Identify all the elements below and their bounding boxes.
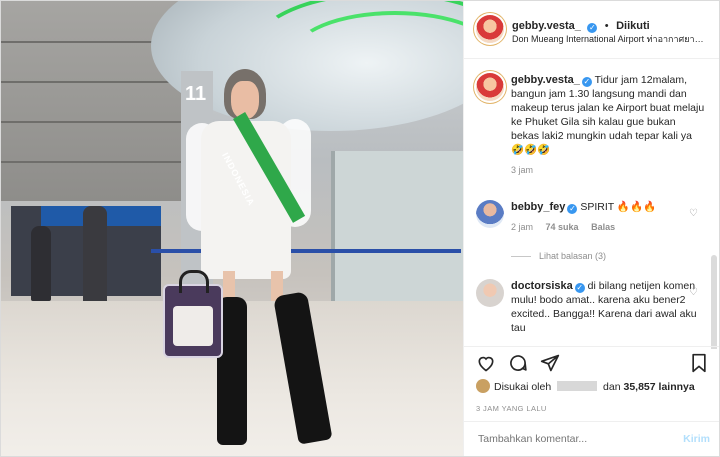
caption-age[interactable]: 3 jam bbox=[511, 165, 533, 175]
heart-icon[interactable] bbox=[476, 353, 496, 378]
caption-text: Tidur jam 12malam, bangun jam 1.30 langs… bbox=[511, 74, 705, 156]
verified-badge-icon: ✓ bbox=[567, 204, 578, 214]
divider bbox=[511, 256, 531, 258]
photo-glass-wall bbox=[331, 151, 463, 301]
paper-plane-icon[interactable] bbox=[540, 353, 560, 378]
follow-status-button[interactable]: Diikuti bbox=[616, 20, 650, 32]
bookmark-icon[interactable] bbox=[690, 353, 708, 378]
comment-icon[interactable] bbox=[508, 353, 528, 378]
comment-input[interactable] bbox=[476, 432, 660, 446]
separator-dot: • bbox=[604, 20, 609, 32]
post-timestamp[interactable]: 3 JAM YANG LALU bbox=[476, 404, 547, 413]
post-username[interactable]: gebby.vesta_ bbox=[512, 20, 581, 32]
instagram-post-modal: 11 INDONESIA gebby.vesta_ ✓ • Diikuti Do… bbox=[0, 0, 720, 457]
post-header: gebby.vesta_ ✓ • Diikuti Don Mueang Inte… bbox=[464, 1, 719, 59]
photo-bystander bbox=[31, 226, 51, 301]
post-photo[interactable]: 11 INDONESIA bbox=[1, 1, 463, 456]
caption-username[interactable]: gebby.vesta_ bbox=[511, 74, 580, 86]
likes-prefix: Disukai oleh bbox=[494, 381, 552, 393]
avatar[interactable] bbox=[476, 15, 504, 43]
blurred-username bbox=[557, 381, 598, 391]
action-bar bbox=[464, 346, 719, 379]
comment-like-heart-icon[interactable]: ♡ bbox=[689, 208, 698, 219]
photo-handbag bbox=[163, 270, 223, 358]
comment-username[interactable]: bebby_fey bbox=[511, 201, 565, 213]
comment-meta: 2 jam 74 suka Balas bbox=[511, 220, 706, 234]
liker-avatar bbox=[476, 379, 490, 393]
comments-scrollbar[interactable] bbox=[711, 255, 717, 349]
comment-likes[interactable]: 74 suka bbox=[546, 222, 579, 232]
comment-composer: Kirim bbox=[464, 421, 719, 456]
post-comment-button[interactable]: Kirim bbox=[683, 433, 710, 445]
post-sidebar: gebby.vesta_ ✓ • Diikuti Don Mueang Inte… bbox=[463, 1, 719, 456]
reply-button[interactable]: Balas bbox=[591, 222, 615, 232]
pillar-number: 11 bbox=[185, 83, 207, 105]
caption-meta: 3 jam bbox=[511, 163, 706, 177]
comment-age[interactable]: 2 jam bbox=[511, 222, 533, 232]
comment-like-heart-icon[interactable]: ♡ bbox=[689, 287, 698, 298]
comments-list[interactable]: gebby.vesta_ ✓ Tidur jam 12malam, bangun … bbox=[464, 59, 719, 349]
avatar[interactable] bbox=[476, 200, 504, 228]
likes-count[interactable]: 35,857 lainnya bbox=[624, 381, 695, 393]
avatar[interactable] bbox=[476, 73, 504, 101]
photo-queue-belt bbox=[151, 249, 461, 253]
view-replies-label: Lihat balasan (3) bbox=[539, 251, 607, 261]
view-replies-button[interactable]: Lihat balasan (3) bbox=[511, 251, 606, 261]
verified-badge-icon: ✓ bbox=[574, 283, 585, 293]
comment-username[interactable]: doctorsiska bbox=[511, 280, 573, 292]
verified-badge-icon: ✓ bbox=[581, 77, 592, 87]
avatar[interactable] bbox=[476, 279, 504, 307]
comment-text: SPIRIT 🔥🔥🔥 bbox=[580, 201, 657, 213]
post-location[interactable]: Don Mueang International Airport ท่าอากา… bbox=[512, 32, 719, 46]
likes-middle: dan bbox=[603, 381, 621, 393]
likes-summary[interactable]: Disukai oleh dan 35,857 lainnya bbox=[476, 379, 716, 393]
